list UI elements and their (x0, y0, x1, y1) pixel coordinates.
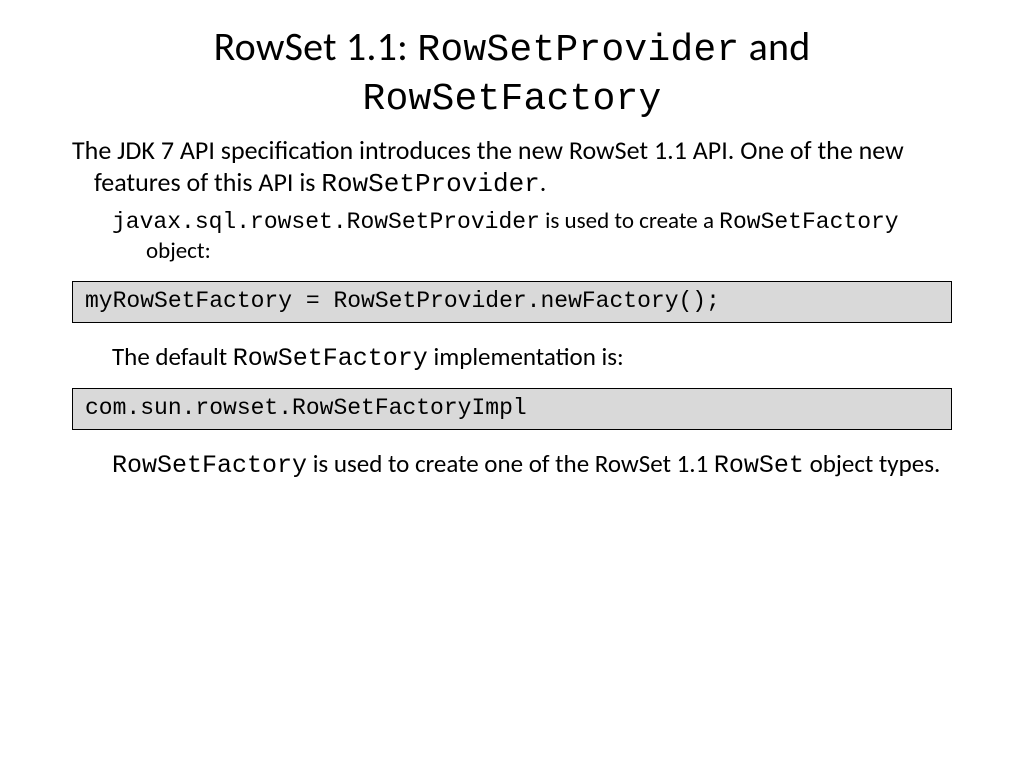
final-code-1: RowSetFactory (112, 451, 307, 480)
default-text-1: The default (112, 341, 233, 372)
usage-code-2: RowSetFactory (719, 209, 898, 235)
usage-code-1: javax.sql.rowset.RowSetProvider (112, 209, 540, 235)
default-code-1: RowSetFactory (233, 344, 428, 373)
intro-paragraph: The JDK 7 API specification introduces t… (72, 135, 952, 200)
code-example-2: com.sun.rowset.RowSetFactoryImpl (72, 388, 952, 430)
code-example-1: myRowSetFactory = RowSetProvider.newFact… (72, 281, 952, 323)
title-text-2: and (739, 22, 810, 71)
default-text-2: implementation is: (428, 341, 624, 372)
final-code-2: RowSet (714, 451, 804, 480)
title-text-1: RowSet 1.1: (214, 22, 418, 71)
usage-text-2: object: (146, 237, 211, 265)
slide: RowSet 1.1: RowSetProvider and RowSetFac… (0, 0, 1024, 505)
title-code-2: RowSetFactory (362, 78, 661, 121)
final-paragraph: RowSetFactory is used to create one of t… (72, 448, 952, 481)
usage-paragraph: javax.sql.rowset.RowSetProvider is used … (72, 207, 952, 266)
slide-title: RowSet 1.1: RowSetProvider and RowSetFac… (72, 24, 952, 121)
intro-code-1: RowSetProvider (321, 169, 539, 199)
usage-text-1: is used to create a (540, 207, 719, 235)
intro-text-2: . (540, 166, 547, 198)
title-code-1: RowSetProvider (417, 29, 739, 72)
default-impl-paragraph: The default RowSetFactory implementation… (72, 341, 952, 374)
final-text-2: object types. (804, 448, 940, 479)
final-text-1: is used to create one of the RowSet 1.1 (307, 448, 714, 479)
